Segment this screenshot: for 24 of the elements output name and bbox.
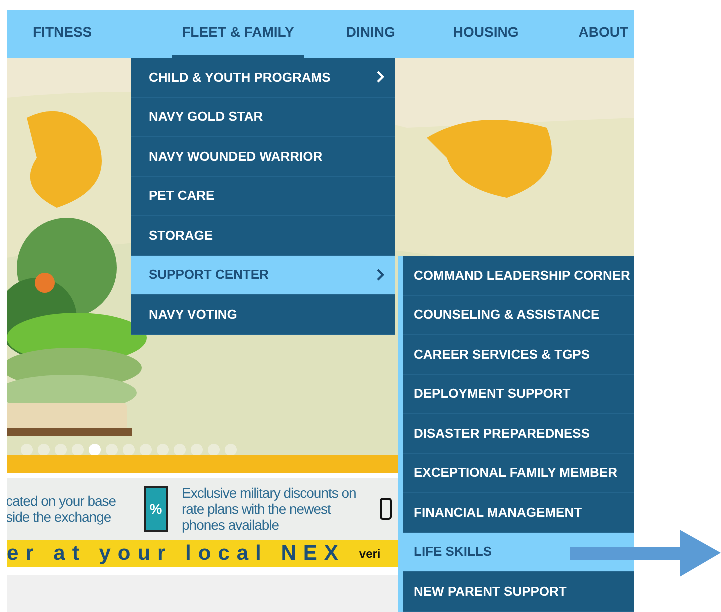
ticket-icon: % xyxy=(144,486,168,532)
menu-item[interactable]: PET CARE xyxy=(131,176,395,216)
menu-item[interactable]: NAVY WOUNDED WARRIOR xyxy=(131,137,395,176)
submenu-item[interactable]: DISASTER PREPAREDNESS xyxy=(403,414,634,454)
submenu-item[interactable]: COMMAND LEADERSHIP CORNER xyxy=(403,256,634,296)
menu-item[interactable]: NAVY VOTING xyxy=(131,295,395,334)
menu-item[interactable]: NAVY GOLD STAR xyxy=(131,98,395,137)
nav-link[interactable]: HOUSING xyxy=(443,10,529,58)
nav-link[interactable]: DINING xyxy=(336,10,406,58)
nav-link[interactable]: ABOUT xyxy=(568,10,639,58)
submenu-item[interactable]: COUNSELING & ASSISTANCE xyxy=(403,296,634,335)
ad-text: Exclusive military discounts on rate plans with the newest phones available xyxy=(182,485,356,533)
nav-link[interactable]: FITNESS xyxy=(23,10,102,58)
menu-item[interactable]: SUPPORT CENTER xyxy=(131,256,395,295)
phone-icon xyxy=(380,498,392,520)
submenu-item[interactable]: CAREER SERVICES & TGPS xyxy=(403,335,634,374)
submenu-item[interactable]: NEW PARENT SUPPORT xyxy=(403,572,634,612)
submenu-item[interactable]: EXCEPTIONAL FAMILY MEMBER xyxy=(403,454,634,493)
chevron-right-icon xyxy=(377,71,385,84)
ad-tagline: er at your local NEX xyxy=(7,543,346,564)
chevron-right-icon xyxy=(377,268,385,281)
brand-text: veri xyxy=(359,546,381,562)
submenu-item[interactable]: DEPLOYMENT SUPPORT xyxy=(403,374,634,414)
menu-item[interactable]: CHILD & YOUTH PROGRAMS xyxy=(131,58,395,98)
